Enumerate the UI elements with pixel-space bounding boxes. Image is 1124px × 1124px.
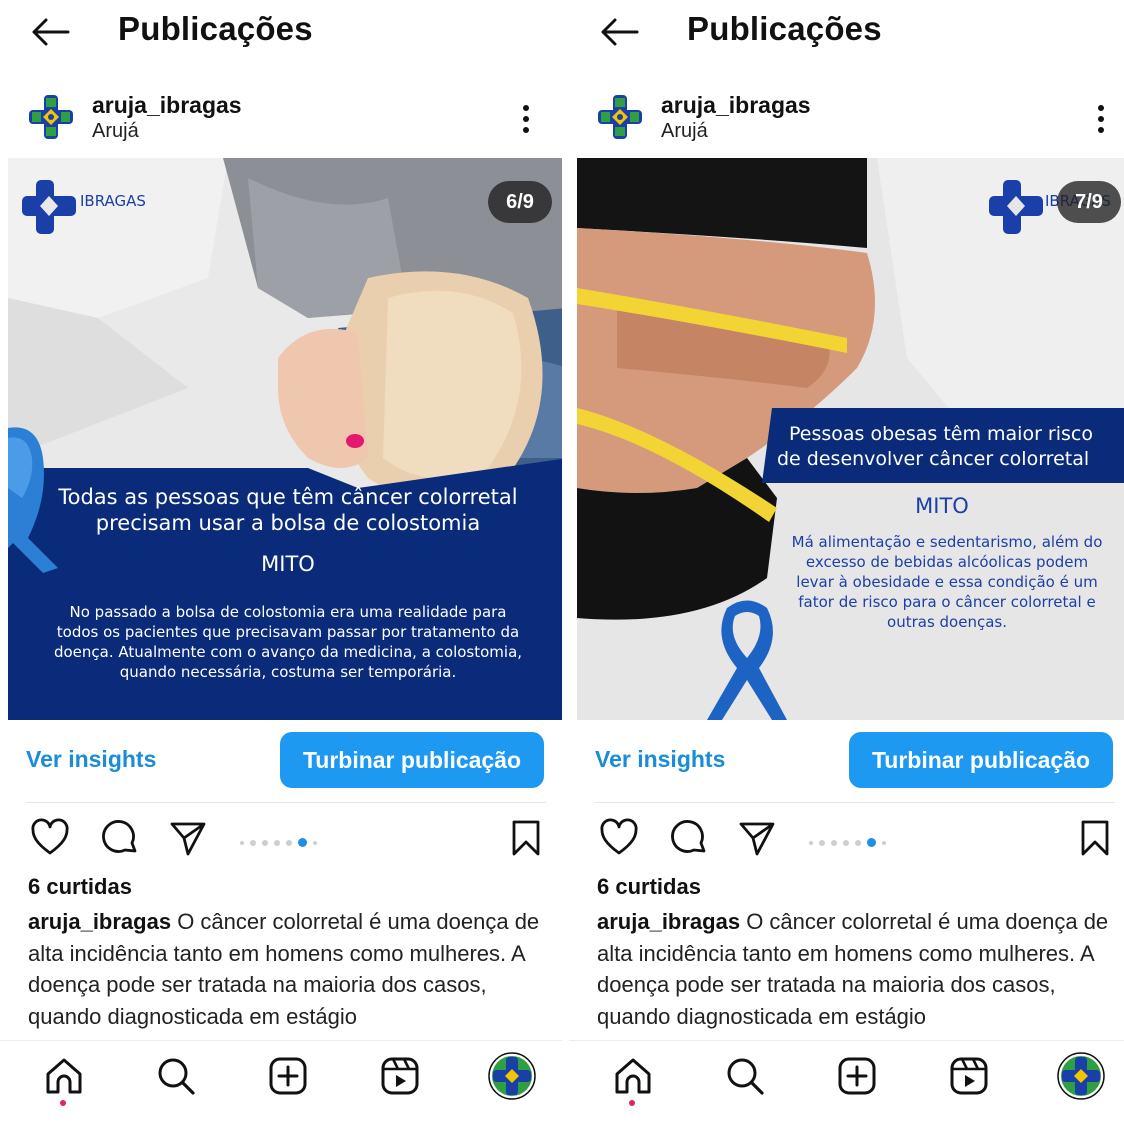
profile-avatar-icon[interactable] — [488, 1052, 536, 1100]
boost-post-button[interactable]: Turbinar publicação — [849, 732, 1113, 788]
carousel-dot — [843, 839, 849, 846]
slide-logo-text: IBRAGAS — [80, 192, 146, 210]
view-insights-link[interactable]: Ver insights — [26, 746, 156, 773]
carousel-dot — [855, 839, 861, 846]
carousel-dot — [262, 839, 268, 846]
notification-dot — [60, 1100, 66, 1106]
carousel-dot — [313, 840, 317, 845]
caption-username[interactable]: aruja_ibragas — [28, 909, 171, 934]
carousel-dot — [882, 840, 886, 845]
post-username[interactable]: aruja_ibragas — [92, 92, 242, 119]
create-icon[interactable] — [835, 1054, 879, 1098]
page-title: Publicações — [118, 10, 313, 47]
post-caption: aruja_ibragas O câncer colorretal é uma … — [597, 906, 1117, 1034]
boost-post-button[interactable]: Turbinar publicação — [280, 732, 544, 788]
post-header: aruja_ibragas Arujá — [569, 86, 1124, 150]
likes-count[interactable]: 6 curtidas — [597, 874, 701, 900]
carousel-dot — [831, 839, 837, 846]
post-image-slide[interactable]: IBRAGAS 6/9 Todas as pessoas que têm cân… — [8, 158, 562, 720]
search-icon[interactable] — [154, 1054, 198, 1098]
share-icon[interactable] — [737, 818, 777, 858]
comment-icon[interactable] — [669, 818, 709, 858]
carousel-dot — [250, 839, 256, 846]
more-options-icon[interactable] — [520, 102, 532, 136]
top-bar: Publicações — [0, 0, 562, 62]
bottom-nav — [0, 1040, 562, 1124]
slide-headline: Todas as pessoas que têm câncer colorret… — [58, 485, 518, 535]
more-options-icon[interactable] — [1095, 102, 1107, 136]
view-insights-link[interactable]: Ver insights — [595, 746, 725, 773]
search-icon[interactable] — [723, 1054, 767, 1098]
page-title: Publicações — [687, 10, 882, 47]
slide-headline: Pessoas obesas têm maior risco de desenv… — [777, 423, 1093, 470]
bookmark-icon[interactable] — [506, 818, 546, 858]
heart-icon[interactable] — [599, 818, 639, 858]
slide-verdict: MITO — [261, 552, 315, 576]
comment-icon[interactable] — [100, 818, 140, 858]
post-username[interactable]: aruja_ibragas — [661, 92, 811, 119]
share-icon[interactable] — [168, 818, 208, 858]
back-arrow-icon[interactable] — [599, 16, 639, 48]
back-arrow-icon[interactable] — [30, 16, 70, 48]
slide-verdict: MITO — [915, 494, 969, 518]
post-view-left: Publicações aruja_ibragas Arujá IBRAGAS … — [0, 0, 562, 1124]
bottom-nav — [569, 1040, 1124, 1124]
home-icon[interactable] — [611, 1054, 655, 1098]
reels-icon[interactable] — [378, 1054, 422, 1098]
post-location[interactable]: Arujá — [661, 120, 708, 143]
divider — [595, 802, 1115, 803]
likes-count[interactable]: 6 curtidas — [28, 874, 132, 900]
post-location[interactable]: Arujá — [92, 120, 139, 143]
account-avatar[interactable] — [26, 92, 76, 142]
post-actions-bar: Ver insights Turbinar publicação — [0, 732, 562, 790]
create-icon[interactable] — [266, 1054, 310, 1098]
divider — [26, 802, 546, 803]
reels-icon[interactable] — [947, 1054, 991, 1098]
slide-body: No passado a bolsa de colostomia era uma… — [53, 603, 523, 681]
carousel-indicator — [809, 834, 892, 848]
post-actions-bar: Ver insights Turbinar publicação — [569, 732, 1124, 790]
carousel-dot — [819, 839, 825, 846]
caption-username[interactable]: aruja_ibragas — [597, 909, 740, 934]
engagement-row — [569, 816, 1124, 862]
slide-counter: 7/9 — [1057, 181, 1121, 223]
carousel-indicator — [240, 834, 323, 848]
post-image-slide[interactable]: IBRAGAS 7/9 Pessoas obesas têm maior ris… — [577, 158, 1124, 720]
home-icon[interactable] — [42, 1054, 86, 1098]
slide-counter: 6/9 — [488, 181, 552, 223]
bookmark-icon[interactable] — [1075, 818, 1115, 858]
account-avatar[interactable] — [595, 92, 645, 142]
nav-divider — [0, 1040, 562, 1041]
post-header: aruja_ibragas Arujá — [0, 86, 562, 150]
carousel-dot — [286, 839, 292, 846]
post-view-right: Publicações aruja_ibragas Arujá 7/9 Pess… — [569, 0, 1124, 1124]
notification-dot — [629, 1100, 635, 1106]
nav-divider — [569, 1040, 1124, 1041]
slide-body: Má alimentação e sedentarismo, além do e… — [791, 533, 1103, 631]
carousel-dot — [809, 840, 813, 845]
carousel-dot-active — [867, 838, 876, 848]
post-caption: aruja_ibragas O câncer colorretal é uma … — [28, 906, 548, 1034]
carousel-dot — [240, 840, 244, 845]
carousel-dot — [274, 839, 280, 846]
heart-icon[interactable] — [30, 818, 70, 858]
profile-avatar-icon[interactable] — [1057, 1052, 1105, 1100]
top-bar: Publicações — [569, 0, 1124, 62]
carousel-dot-active — [298, 838, 307, 848]
engagement-row — [0, 816, 562, 862]
